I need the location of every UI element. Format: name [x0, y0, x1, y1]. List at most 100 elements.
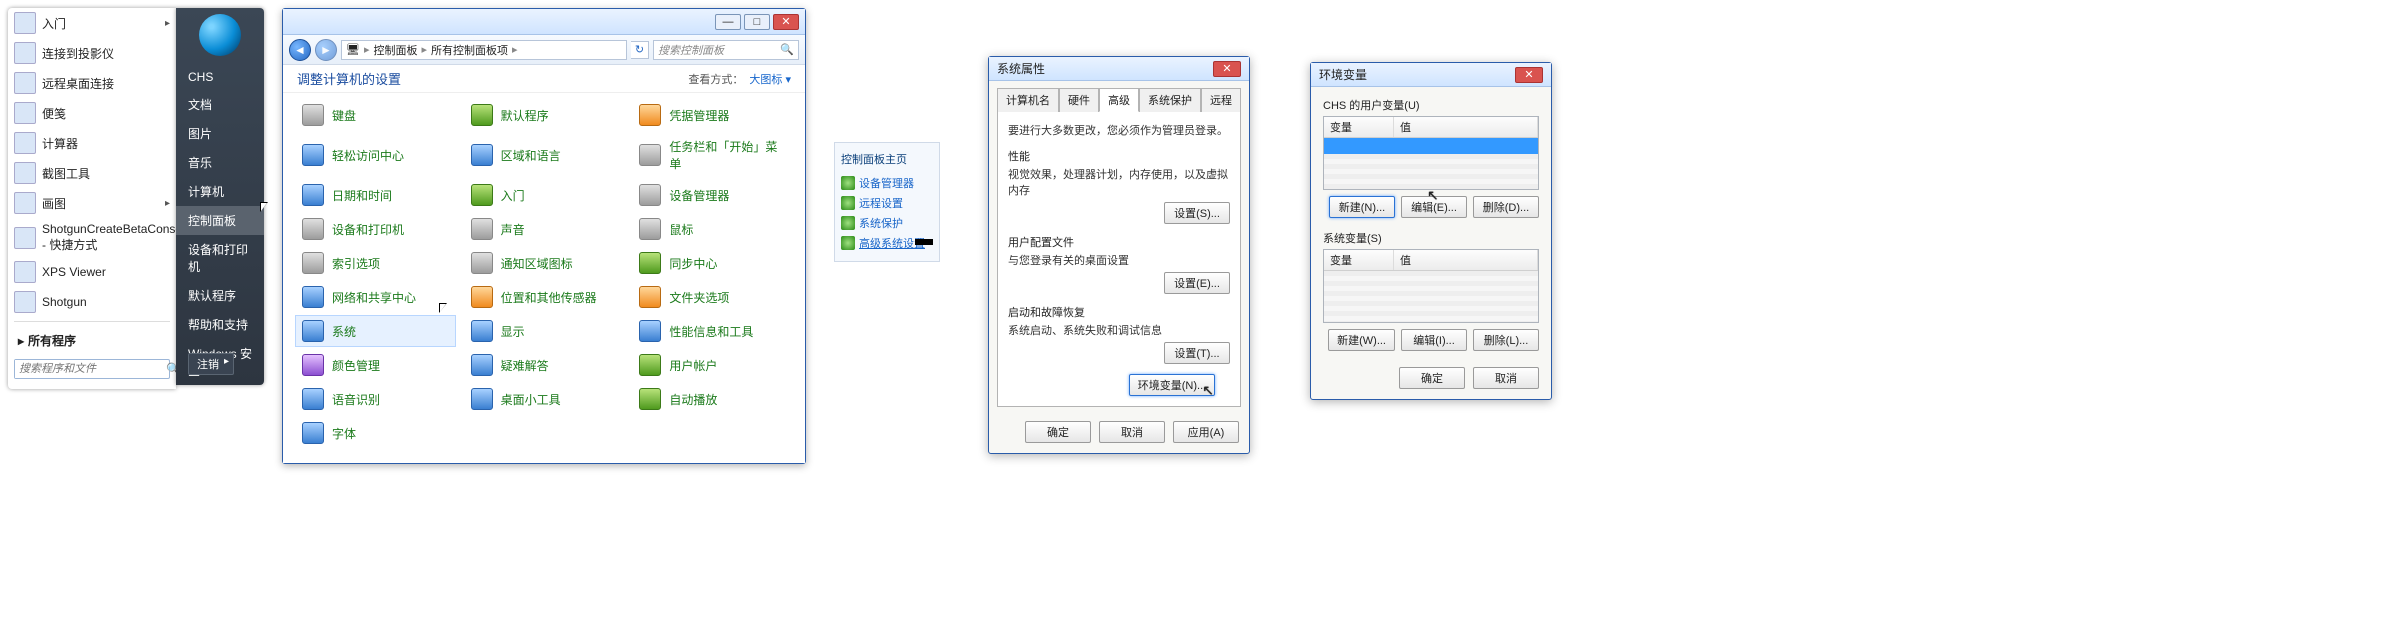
- tab[interactable]: 系统保护: [1139, 88, 1201, 112]
- cp-item[interactable]: 凭据管理器: [632, 99, 793, 131]
- cancel-button[interactable]: 取消: [1473, 367, 1539, 389]
- search-input[interactable]: [15, 360, 166, 378]
- start-item[interactable]: 截图工具: [8, 158, 176, 188]
- start-right-item[interactable]: CHS: [176, 64, 264, 90]
- forward-button[interactable]: ►: [315, 39, 337, 61]
- cp-item[interactable]: 文件夹选项: [632, 281, 793, 313]
- apply-button[interactable]: 应用(A): [1173, 421, 1239, 443]
- cp-item[interactable]: 显示: [464, 315, 625, 347]
- edit-button[interactable]: 编辑(I)...: [1401, 329, 1467, 351]
- cp-item[interactable]: 桌面小工具: [464, 383, 625, 415]
- cp-item[interactable]: 设备管理器: [632, 179, 793, 211]
- new-button[interactable]: 新建(W)...: [1328, 329, 1395, 351]
- cp-item[interactable]: 键盘: [295, 99, 456, 131]
- cp-item[interactable]: 区域和语言: [464, 133, 625, 177]
- close-button[interactable]: ✕: [773, 14, 799, 30]
- cp-item[interactable]: 系统: [295, 315, 456, 347]
- start-right-item[interactable]: 设备和打印机: [176, 235, 264, 281]
- close-button[interactable]: ✕: [1213, 61, 1241, 77]
- edit-button[interactable]: 编辑(E)...: [1401, 196, 1467, 218]
- new-button[interactable]: 新建(N)...: [1329, 196, 1395, 218]
- cp-item[interactable]: 通知区域图标: [464, 247, 625, 279]
- breadcrumb-item[interactable]: 所有控制面板项: [431, 42, 508, 58]
- cp-item[interactable]: 网络和共享中心: [295, 281, 456, 313]
- cp-item[interactable]: 轻松访问中心: [295, 133, 456, 177]
- cp-item[interactable]: 性能信息和工具: [632, 315, 793, 347]
- start-item[interactable]: 计算器: [8, 128, 176, 158]
- start-right-item[interactable]: 图片: [176, 119, 264, 148]
- refresh-button[interactable]: ↻: [631, 41, 649, 59]
- start-right-item[interactable]: 音乐: [176, 148, 264, 177]
- cancel-button[interactable]: 取消: [1099, 421, 1165, 443]
- sys-vars-list[interactable]: 变量值: [1323, 249, 1539, 323]
- start-item[interactable]: 入门▸: [8, 8, 176, 38]
- cp-item[interactable]: 入门: [464, 179, 625, 211]
- col-val[interactable]: 值: [1394, 117, 1538, 137]
- start-right-item[interactable]: 帮助和支持: [176, 310, 264, 339]
- cp-item[interactable]: 语音识别: [295, 383, 456, 415]
- start-item[interactable]: 远程桌面连接: [8, 68, 176, 98]
- env-vars-button[interactable]: 环境变量(N)...: [1129, 374, 1215, 396]
- start-item[interactable]: Shotgun: [8, 287, 176, 317]
- settings-button[interactable]: 设置(T)...: [1164, 342, 1230, 364]
- start-right-item[interactable]: 控制面板: [176, 206, 264, 235]
- cp-item[interactable]: 用户帐户: [632, 349, 793, 381]
- viewby-dropdown[interactable]: 大图标 ▾: [749, 71, 791, 87]
- breadcrumb-item[interactable]: 控制面板: [374, 42, 418, 58]
- col-var[interactable]: 变量: [1324, 250, 1394, 270]
- user-vars-list[interactable]: 变量值: [1323, 116, 1539, 190]
- search-icon[interactable]: 🔍: [780, 43, 794, 56]
- start-item[interactable]: 画图▸: [8, 188, 176, 218]
- cp-item[interactable]: 声音: [464, 213, 625, 245]
- col-val[interactable]: 值: [1394, 250, 1538, 270]
- cp-item[interactable]: 任务栏和「开始」菜单: [632, 133, 793, 177]
- app-icon: [14, 102, 36, 124]
- cp-item-label: 字体: [332, 425, 356, 442]
- tab[interactable]: 高级: [1099, 88, 1139, 112]
- cp-item[interactable]: 设备和打印机: [295, 213, 456, 245]
- start-right-item[interactable]: 文档: [176, 90, 264, 119]
- cp-item[interactable]: 日期和时间: [295, 179, 456, 211]
- ok-button[interactable]: 确定: [1025, 421, 1091, 443]
- cp-item[interactable]: 默认程序: [464, 99, 625, 131]
- list-rows[interactable]: [1324, 154, 1538, 190]
- start-right-item[interactable]: 默认程序: [176, 281, 264, 310]
- settings-button[interactable]: 设置(E)...: [1164, 272, 1230, 294]
- start-item[interactable]: ShotgunCreateBetaConsole - 快捷方式: [8, 218, 176, 257]
- tab[interactable]: 远程: [1201, 88, 1241, 112]
- close-button[interactable]: ✕: [1515, 67, 1543, 83]
- start-right-item[interactable]: 计算机: [176, 177, 264, 206]
- cp-item-label: 声音: [501, 221, 525, 238]
- cp-item[interactable]: 疑难解答: [464, 349, 625, 381]
- sidebar-link[interactable]: 系统保护: [841, 213, 933, 233]
- sidebar-link[interactable]: 设备管理器: [841, 173, 933, 193]
- start-item[interactable]: 连接到投影仪: [8, 38, 176, 68]
- cp-item[interactable]: 字体: [295, 417, 456, 449]
- tab[interactable]: 硬件: [1059, 88, 1099, 112]
- delete-button[interactable]: 删除(L)...: [1473, 329, 1539, 351]
- start-item[interactable]: XPS Viewer: [8, 257, 176, 287]
- cp-item[interactable]: 自动播放: [632, 383, 793, 415]
- start-item[interactable]: 便笺: [8, 98, 176, 128]
- maximize-button[interactable]: □: [744, 14, 770, 30]
- cp-item[interactable]: 索引选项: [295, 247, 456, 279]
- back-button[interactable]: ◄: [289, 39, 311, 61]
- all-programs[interactable]: ▸所有程序: [8, 326, 176, 355]
- cp-item[interactable]: 鼠标: [632, 213, 793, 245]
- cp-item[interactable]: 同步中心: [632, 247, 793, 279]
- list-row-selected[interactable]: [1324, 138, 1538, 154]
- cp-item[interactable]: 颜色管理: [295, 349, 456, 381]
- breadcrumb-bar[interactable]: 🖥 ▸ 控制面板 ▸ 所有控制面板项 ▸: [341, 40, 627, 60]
- cp-item[interactable]: 位置和其他传感器: [464, 281, 625, 313]
- tab[interactable]: 计算机名: [997, 88, 1059, 112]
- minimize-button[interactable]: —: [715, 14, 741, 30]
- cp-search[interactable]: 搜索控制面板 🔍: [653, 40, 799, 60]
- delete-button[interactable]: 删除(D)...: [1473, 196, 1539, 218]
- shutdown-button[interactable]: 注销: [188, 353, 234, 375]
- ok-button[interactable]: 确定: [1399, 367, 1465, 389]
- settings-button[interactable]: 设置(S)...: [1164, 202, 1230, 224]
- list-rows[interactable]: [1324, 271, 1538, 323]
- search-box[interactable]: 🔍: [14, 359, 170, 379]
- sidebar-link[interactable]: 远程设置: [841, 193, 933, 213]
- col-var[interactable]: 变量: [1324, 117, 1394, 137]
